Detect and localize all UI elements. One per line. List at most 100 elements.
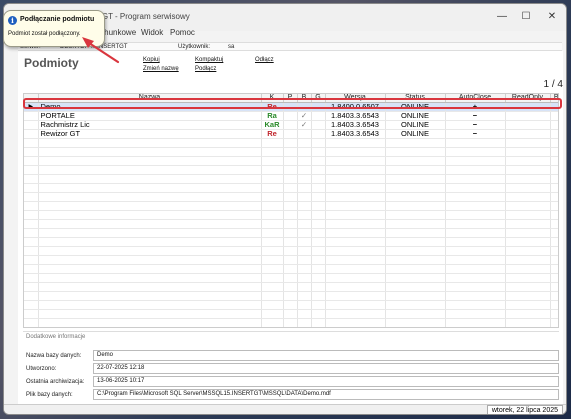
empty-cell [24,237,39,247]
compact-link[interactable]: Kompaktuj [195,57,223,63]
db-name-field[interactable]: Demo [93,350,559,361]
empty-cell [283,210,298,220]
empty-cell [325,237,386,247]
col-version[interactable]: Wersja [325,94,386,103]
col-g[interactable]: G [311,94,326,103]
empty-cell [325,300,386,310]
empty-cell [261,138,284,148]
empty-cell [24,309,39,319]
empty-cell [385,237,446,247]
empty-cell [325,219,386,229]
empty-cell [38,174,262,184]
empty-cell [283,318,298,327]
cell-g [311,129,326,139]
empty-cell [38,210,262,220]
close-button[interactable]: ✕ [540,8,564,26]
empty-cell [283,192,298,202]
col-autoclose[interactable]: AutoClose [445,94,506,103]
empty-cell [325,138,386,148]
empty-cell [505,147,551,157]
attach-link[interactable]: Podłącz [195,66,216,72]
empty-cell [261,291,284,301]
col-k[interactable]: K [261,94,284,103]
empty-cell [38,309,262,319]
menu-item-pomoc[interactable]: Pomoc [170,28,195,37]
empty-row [24,192,558,202]
empty-cell [445,282,506,292]
notification-toast[interactable]: i Podłączanie podmiotu Podmiot został po… [3,10,105,47]
cell-version: 1.8400.0.6507 [325,102,386,112]
cell-g [311,102,326,112]
cell-name: PORTALE [38,111,262,121]
empty-cell [325,246,386,256]
row-indicator [24,111,39,121]
empty-row [24,246,558,256]
db-file-field[interactable]: C:\Program Files\Microsoft SQL Server\MS… [93,389,559,400]
empty-cell [311,210,326,220]
cell-b [297,129,312,139]
status-date: wtorek, 22 lipca 2025 [486,405,563,414]
empty-cell [283,282,298,292]
empty-cell [283,291,298,301]
empty-cell [550,264,558,274]
empty-cell [505,282,551,292]
archived-label: Ostatnia archiwizacja: [26,379,85,385]
cell-status: ONLINE [385,111,446,121]
empty-cell [261,156,284,166]
empty-cell [24,246,39,256]
empty-cell [261,318,284,327]
empty-cell [550,300,558,310]
empty-cell [38,228,262,238]
table-row[interactable]: Rewizor GT Re 1.8403.3.6543 ONLINE − [24,129,558,139]
col-office[interactable]: Biuro [550,94,558,103]
col-readonly[interactable]: ReadOnly [505,94,551,103]
empty-cell [283,237,298,247]
cell-b: ✓ [297,120,312,130]
empty-cell [505,318,551,327]
empty-cell [24,291,39,301]
empty-row [24,328,559,329]
empty-cell [311,147,326,157]
empty-row [24,138,558,148]
empty-cell [311,255,326,265]
empty-cell [38,318,262,327]
col-p[interactable]: P [283,94,298,103]
empty-cell [325,255,386,265]
empty-cell [325,174,386,184]
empty-cell [325,273,386,283]
empty-cell [297,147,312,157]
archived-field[interactable]: 13-06-2025 10:17 [93,376,559,387]
empty-row [24,282,558,292]
empty-cell [445,246,506,256]
table-row[interactable]: PORTALE Ra ✓ 1.8403.3.6543 ONLINE − [24,111,558,121]
toast-title: Podłączanie podmiotu [20,16,95,23]
empty-cell [445,210,506,220]
empty-row [24,255,558,265]
col-b[interactable]: B [297,94,312,103]
empty-cell [261,192,284,202]
detach-link[interactable]: Odłącz [255,57,274,63]
table-row[interactable]: Rachmistrz Lic KaR ✓ 1.8403.3.6543 ONLINE − [24,120,558,130]
empty-cell [297,328,311,329]
empty-cell [325,201,386,211]
minimize-button[interactable]: — [490,8,514,26]
menu-item-widok[interactable]: Widok [141,28,163,37]
col-status[interactable]: Status [385,94,446,103]
row-indicator [24,120,39,130]
table-row[interactable]: ▶ Demo Re 1.8400.0.6507 ONLINE + [24,102,558,112]
empty-cell [24,328,38,329]
empty-cell [445,138,506,148]
cell-status: ONLINE [385,129,446,139]
col-name[interactable]: Nazwa [38,94,262,103]
cell-readonly [505,111,551,121]
empty-cell [311,174,326,184]
info-icon: i [8,16,17,25]
cell-name: Rachmistrz Lic [38,120,262,130]
empty-cell [550,174,558,184]
row-indicator [24,129,39,139]
copy-link[interactable]: Kopiuj [143,57,160,63]
maximize-button[interactable]: ☐ [514,8,538,26]
created-field[interactable]: 22-07-2025 12:18 [93,363,559,374]
empty-cell [24,192,39,202]
rename-link[interactable]: Zmień nazwę [143,66,179,72]
